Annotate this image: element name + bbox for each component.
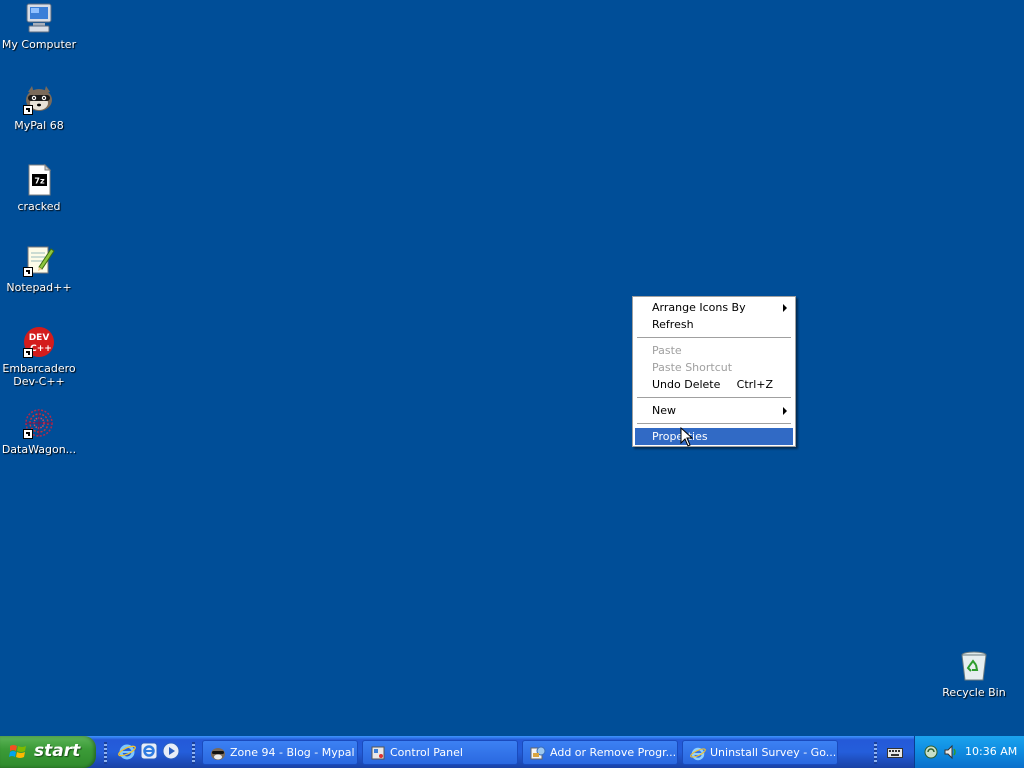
dev-cpp-icon: DEV C++ bbox=[23, 326, 55, 358]
internet-explorer-icon[interactable] bbox=[118, 742, 136, 760]
notepad-plus-plus-icon bbox=[23, 245, 55, 277]
ie-alt-icon[interactable] bbox=[140, 742, 158, 760]
shortcut-arrow-icon bbox=[23, 105, 33, 115]
control-panel-icon bbox=[371, 746, 385, 760]
add-remove-programs-icon bbox=[530, 746, 546, 760]
menu-item-undo-delete[interactable]: Undo Delete Ctrl+Z bbox=[635, 376, 793, 393]
internet-explorer-icon bbox=[690, 747, 706, 761]
shortcut-arrow-icon bbox=[23, 429, 33, 439]
menu-separator bbox=[637, 423, 791, 424]
desktop-icon-label: MyPal 68 bbox=[14, 119, 64, 132]
keyboard-icon[interactable] bbox=[887, 746, 903, 760]
desktop-icon-mypal[interactable]: MyPal 68 bbox=[0, 83, 78, 132]
task-button-label: Uninstall Survey - Go... bbox=[710, 746, 837, 759]
menu-item-new[interactable]: New bbox=[635, 402, 793, 419]
desktop-icon-label: Notepad++ bbox=[6, 281, 72, 294]
menu-item-label: Arrange Icons By bbox=[652, 301, 746, 314]
task-button-label: Control Panel bbox=[390, 746, 463, 759]
desktop-context-menu: Arrange Icons By Refresh Paste Paste Sho… bbox=[632, 296, 796, 447]
toolbar-grip[interactable] bbox=[874, 742, 877, 764]
task-button-add-remove-programs[interactable]: Add or Remove Progr... bbox=[522, 740, 678, 765]
my-computer-icon bbox=[23, 2, 55, 34]
system-clock[interactable]: 10:36 AM bbox=[965, 745, 1017, 758]
menu-item-refresh[interactable]: Refresh bbox=[635, 316, 793, 333]
desktop-icon-label: My Computer bbox=[1, 38, 77, 51]
desktop-icon-recycle-bin[interactable]: Recycle Bin bbox=[935, 650, 1013, 699]
menu-item-properties[interactable]: Properties bbox=[635, 428, 793, 445]
shortcut-arrow-icon bbox=[23, 267, 33, 277]
task-button-uninstall-survey[interactable]: Uninstall Survey - Go... bbox=[682, 740, 838, 765]
desktop-icon-my-computer[interactable]: My Computer bbox=[0, 2, 78, 51]
desktop-icon-datawagon[interactable]: DataWagon... bbox=[0, 407, 78, 456]
task-button-label: Zone 94 - Blog - Mypal bbox=[230, 746, 355, 759]
toolbar-grip[interactable] bbox=[104, 742, 107, 764]
task-button-control-panel[interactable]: Control Panel bbox=[362, 740, 518, 765]
svg-text:C++: C++ bbox=[30, 344, 52, 354]
task-button-zone94-blog[interactable]: Zone 94 - Blog - Mypal bbox=[202, 740, 358, 765]
media-player-icon[interactable] bbox=[162, 742, 180, 760]
mouse-pointer-icon bbox=[680, 427, 694, 447]
menu-separator bbox=[637, 397, 791, 398]
menu-item-label: Refresh bbox=[652, 318, 694, 331]
desktop-icon-devcpp[interactable]: DEV C++ Embarcadero Dev-C++ bbox=[0, 326, 78, 388]
menu-item-paste-shortcut: Paste Shortcut bbox=[635, 359, 793, 376]
desktop-icon-label: cracked bbox=[17, 200, 61, 213]
shortcut-arrow-icon bbox=[23, 348, 33, 358]
svg-text:7z: 7z bbox=[34, 177, 45, 186]
start-label: start bbox=[34, 741, 81, 761]
menu-item-label: Undo Delete bbox=[652, 378, 721, 391]
desktop[interactable]: My Computer MyPal 68 7z cracked Notepad+… bbox=[0, 0, 1024, 736]
menu-separator bbox=[637, 337, 791, 338]
menu-item-shortcut: Ctrl+Z bbox=[736, 378, 773, 391]
submenu-arrow-icon bbox=[783, 407, 787, 415]
datawagon-icon bbox=[23, 407, 55, 439]
desktop-icon-notepadpp[interactable]: Notepad++ bbox=[0, 245, 78, 294]
mypal-icon bbox=[211, 748, 225, 760]
speaker-icon[interactable] bbox=[943, 744, 959, 760]
7z-archive-icon: 7z bbox=[23, 163, 55, 196]
svg-text:DEV: DEV bbox=[29, 333, 50, 343]
raccoon-browser-icon bbox=[23, 83, 55, 115]
toolbar-grip[interactable] bbox=[192, 742, 195, 764]
menu-item-label: Paste bbox=[652, 344, 682, 357]
submenu-arrow-icon bbox=[783, 304, 787, 312]
taskbar: start Zone 94 - Blog - Mypal Control Pan… bbox=[0, 736, 1024, 768]
desktop-icon-label: Embarcadero Dev-C++ bbox=[2, 362, 76, 388]
notification-area: 10:36 AM bbox=[914, 736, 1024, 768]
network-icon[interactable] bbox=[923, 744, 939, 760]
task-button-label: Add or Remove Progr... bbox=[550, 746, 677, 759]
menu-item-paste: Paste bbox=[635, 342, 793, 359]
menu-item-label: Paste Shortcut bbox=[652, 361, 733, 374]
recycle-bin-icon bbox=[958, 650, 990, 682]
desktop-icon-cracked[interactable]: 7z cracked bbox=[0, 163, 78, 213]
desktop-icon-label: DataWagon... bbox=[1, 443, 77, 456]
desktop-icon-label: Recycle Bin bbox=[942, 686, 1006, 699]
windows-logo-icon bbox=[9, 745, 26, 758]
start-button[interactable]: start bbox=[0, 736, 96, 768]
menu-item-arrange-icons-by[interactable]: Arrange Icons By bbox=[635, 299, 793, 316]
menu-item-label: New bbox=[652, 404, 676, 417]
